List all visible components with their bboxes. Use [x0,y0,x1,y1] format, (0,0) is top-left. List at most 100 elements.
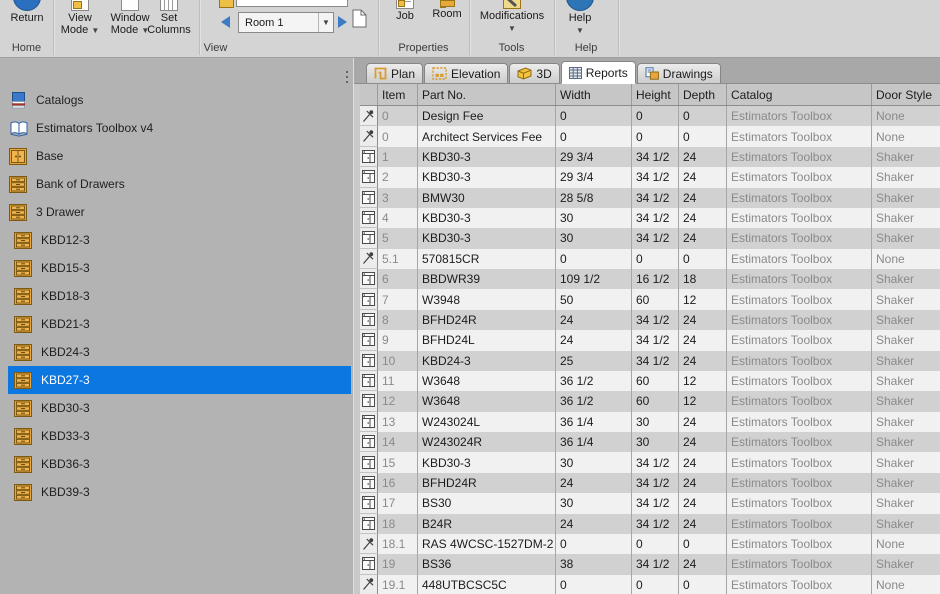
cell-part-no[interactable]: W3648 [418,391,556,411]
cell-depth[interactable]: 24 [679,188,727,208]
cell-item[interactable]: 11 [378,371,418,391]
cell-height[interactable]: 60 [632,391,679,411]
cell-catalog[interactable]: Estimators Toolbox [727,575,872,594]
sidebar-item-kbd39-3[interactable]: KBD39-3 [0,478,351,506]
cell-part-no[interactable]: BS30 [418,493,556,513]
cell-door-style[interactable]: Shaker [872,473,940,493]
cell-width[interactable]: 36 1/4 [556,432,632,452]
cell-item[interactable]: 10 [378,351,418,371]
cell-depth[interactable]: 0 [679,126,727,146]
cabinet-icon[interactable] [360,452,378,472]
cell-depth[interactable]: 24 [679,167,727,187]
cell-width[interactable]: 30 [556,208,632,228]
sidebar-item-kbd18-3[interactable]: KBD18-3 [0,282,351,310]
cell-part-no[interactable]: 570815CR [418,249,556,269]
cell-part-no[interactable]: BFHD24R [418,310,556,330]
cell-height[interactable]: 34 1/2 [632,351,679,371]
tab-3d[interactable]: 3D [509,63,559,83]
new-room-button[interactable] [352,9,367,33]
cell-door-style[interactable]: Shaker [872,371,940,391]
cell-catalog[interactable]: Estimators Toolbox [727,147,872,167]
cabinet-icon[interactable] [360,554,378,574]
cell-catalog[interactable]: Estimators Toolbox [727,106,872,126]
cell-catalog[interactable]: Estimators Toolbox [727,289,872,309]
cell-height[interactable]: 0 [632,575,679,594]
tab-elevation[interactable]: Elevation [424,63,508,83]
report-row-2[interactable]: 2 KBD30-3 29 3/4 34 1/2 24 Estimators To… [360,167,940,187]
report-row-18.1[interactable]: 18.1 RAS 4WCSC-1527DM-2 0 0 0 Estimators… [360,534,940,554]
cell-item[interactable]: 4 [378,208,418,228]
cell-width[interactable]: 29 3/4 [556,147,632,167]
report-row-5[interactable]: 5 KBD30-3 30 34 1/2 24 Estimators Toolbo… [360,228,940,248]
report-row-19.1[interactable]: 19.1 448UTBCSC5C 0 0 0 Estimators Toolbo… [360,575,940,594]
cell-depth[interactable]: 24 [679,351,727,371]
cell-part-no[interactable]: W243024L [418,412,556,432]
cell-height[interactable]: 34 1/2 [632,330,679,350]
cell-item[interactable]: 18 [378,514,418,534]
cell-door-style[interactable]: Shaker [872,147,940,167]
cabinet-icon[interactable] [360,208,378,228]
cell-door-style[interactable]: Shaker [872,228,940,248]
cell-catalog[interactable]: Estimators Toolbox [727,188,872,208]
cell-catalog[interactable]: Estimators Toolbox [727,351,872,371]
sidebar-item-kbd24-3[interactable]: KBD24-3 [0,338,351,366]
cell-depth[interactable]: 24 [679,228,727,248]
cell-door-style[interactable]: Shaker [872,452,940,472]
cell-depth[interactable]: 12 [679,391,727,411]
report-row-13[interactable]: 13 W243024L 36 1/4 30 24 Estimators Tool… [360,412,940,432]
sidebar-item-bank-of-drawers[interactable]: Bank of Drawers [0,170,351,198]
report-row-18[interactable]: 18 B24R 24 34 1/2 24 Estimators Toolbox … [360,514,940,534]
cell-width[interactable]: 36 1/2 [556,371,632,391]
report-row-15[interactable]: 15 KBD30-3 30 34 1/2 24 Estimators Toolb… [360,452,940,472]
sidebar-item-3-drawer[interactable]: 3 Drawer [0,198,351,226]
cell-door-style[interactable]: Shaker [872,351,940,371]
cell-item[interactable]: 18.1 [378,534,418,554]
cell-height[interactable]: 34 1/2 [632,208,679,228]
cell-height[interactable]: 34 1/2 [632,554,679,574]
cell-width[interactable]: 24 [556,473,632,493]
cell-part-no[interactable]: KBD24-3 [418,351,556,371]
cell-part-no[interactable]: KBD30-3 [418,228,556,248]
set-columns-button[interactable]: Set Columns [142,0,196,36]
cell-door-style[interactable]: Shaker [872,188,940,208]
cell-door-style[interactable]: None [872,249,940,269]
cell-depth[interactable]: 24 [679,493,727,513]
cell-door-style[interactable]: None [872,106,940,126]
cell-part-no[interactable]: KBD30-3 [418,167,556,187]
report-row-3[interactable]: 3 BMW30 28 5/8 34 1/2 24 Estimators Tool… [360,188,940,208]
cell-catalog[interactable]: Estimators Toolbox [727,269,872,289]
cabinet-icon[interactable] [360,514,378,534]
cell-item[interactable]: 19.1 [378,575,418,594]
cell-width[interactable]: 29 3/4 [556,167,632,187]
cell-catalog[interactable]: Estimators Toolbox [727,167,872,187]
sidebar-item-kbd12-3[interactable]: KBD12-3 [0,226,351,254]
cell-part-no[interactable]: KBD30-3 [418,452,556,472]
cell-catalog[interactable]: Estimators Toolbox [727,493,872,513]
cell-catalog[interactable]: Estimators Toolbox [727,534,872,554]
cell-height[interactable]: 34 1/2 [632,514,679,534]
cell-height[interactable]: 0 [632,106,679,126]
return-button[interactable]: Return [2,0,52,24]
cabinet-icon[interactable] [360,473,378,493]
cell-width[interactable]: 0 [556,534,632,554]
cabinet-icon[interactable] [360,310,378,330]
cell-width[interactable]: 0 [556,575,632,594]
report-row-11[interactable]: 11 W3648 36 1/2 60 12 Estimators Toolbox… [360,371,940,391]
tab-drawings[interactable]: Drawings [637,63,721,83]
pin-icon[interactable] [360,126,378,146]
report-row-14[interactable]: 14 W243024R 36 1/4 30 24 Estimators Tool… [360,432,940,452]
cell-catalog[interactable]: Estimators Toolbox [727,554,872,574]
report-row-12[interactable]: 12 W3648 36 1/2 60 12 Estimators Toolbox… [360,391,940,411]
cell-door-style[interactable]: Shaker [872,310,940,330]
room-name-field[interactable] [236,0,348,7]
cell-catalog[interactable]: Estimators Toolbox [727,514,872,534]
cell-width[interactable]: 36 1/2 [556,391,632,411]
cell-width[interactable]: 0 [556,106,632,126]
pin-icon[interactable] [360,249,378,269]
tab-reports[interactable]: Reports [561,61,636,84]
report-row-16[interactable]: 16 BFHD24R 24 34 1/2 24 Estimators Toolb… [360,473,940,493]
cell-width[interactable]: 30 [556,493,632,513]
cell-part-no[interactable]: BS36 [418,554,556,574]
cell-door-style[interactable]: Shaker [872,493,940,513]
cabinet-icon[interactable] [360,147,378,167]
